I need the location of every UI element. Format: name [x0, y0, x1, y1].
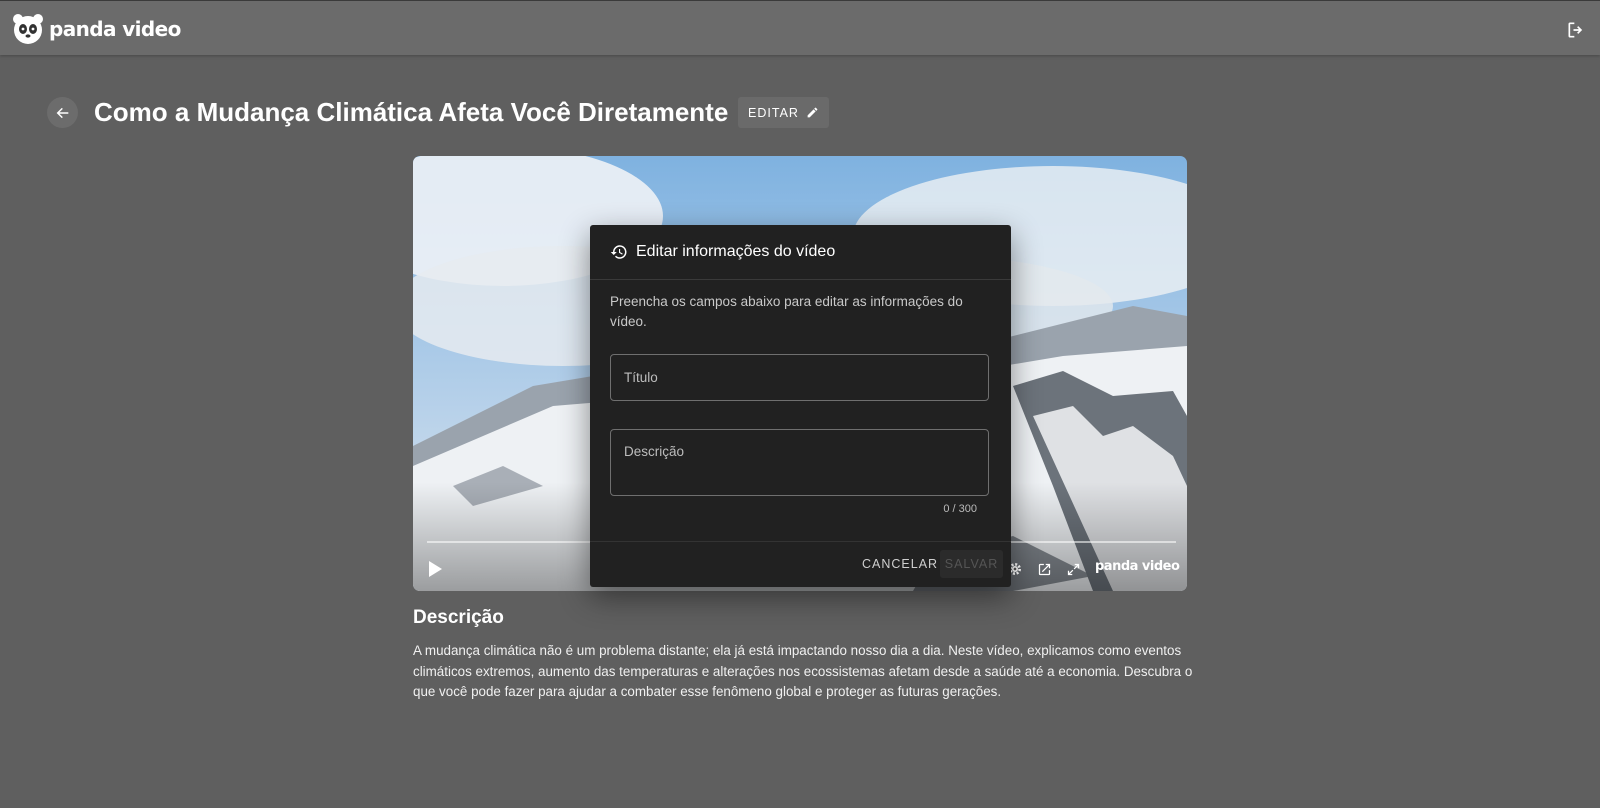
description-heading: Descrição	[413, 607, 504, 628]
dialog-footer: CANCELAR SALVAR	[590, 541, 1011, 588]
fullscreen-icon[interactable]	[1066, 562, 1081, 577]
title-input[interactable]: Título	[610, 354, 989, 401]
dialog-header: Editar informações do vídeo	[590, 225, 1011, 280]
title-input-label: Título	[624, 370, 658, 385]
logout-icon[interactable]	[1566, 20, 1586, 40]
play-icon[interactable]	[427, 560, 443, 578]
description-text: A mudança climática não é um problema di…	[413, 643, 1193, 699]
top-bar: panda video	[0, 0, 1600, 55]
save-button[interactable]: SALVAR	[940, 550, 1003, 578]
logo[interactable]: panda video	[11, 12, 181, 46]
dialog-description: Preencha os campos abaixo para editar as…	[610, 294, 963, 329]
edit-button-label: EDITAR	[748, 105, 799, 120]
back-button[interactable]	[47, 97, 78, 128]
open-in-new-icon[interactable]	[1037, 562, 1052, 577]
player-brand: panda video	[1095, 559, 1180, 574]
cancel-button[interactable]: CANCELAR	[856, 550, 944, 578]
edit-button[interactable]: EDITAR	[738, 97, 829, 128]
description-textarea-label: Descrição	[624, 444, 685, 459]
character-counter: 0 / 300	[943, 503, 977, 515]
edit-video-dialog: Editar informações do vídeo Preencha os …	[590, 225, 1011, 587]
page-title: Como a Mudança Climática Afeta Você Dire…	[94, 97, 729, 127]
logo-text: panda video	[49, 17, 181, 41]
dialog-title: Editar informações do vídeo	[636, 243, 836, 260]
arrow-left-icon	[56, 107, 68, 118]
description-textarea[interactable]: Descrição	[610, 429, 989, 496]
pencil-icon	[807, 107, 818, 118]
panda-logo-icon	[13, 14, 43, 44]
history-icon	[610, 245, 627, 259]
